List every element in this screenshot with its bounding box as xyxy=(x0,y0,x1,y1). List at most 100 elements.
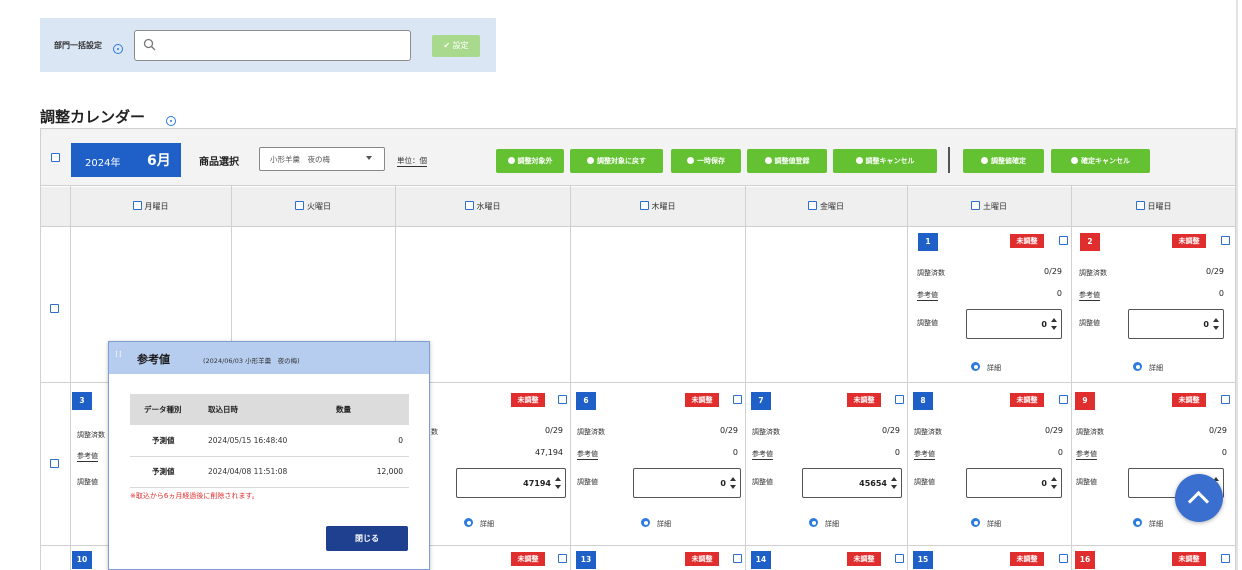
scroll-top-button[interactable] xyxy=(1175,474,1223,522)
row-checkbox[interactable] xyxy=(50,304,59,313)
adj-input[interactable]: 0 xyxy=(966,309,1062,339)
count-value: 0/29 xyxy=(545,426,563,435)
weekday-checkbox[interactable] xyxy=(971,201,980,210)
spin-down-icon[interactable] xyxy=(1051,485,1057,489)
weekday-checkbox[interactable] xyxy=(295,201,304,210)
weekday-header[interactable]: 木曜日 xyxy=(570,187,745,227)
ref-link[interactable]: 参考値 xyxy=(577,449,598,460)
adj-input[interactable]: 47194 xyxy=(456,468,566,498)
ref-link[interactable]: 参考値 xyxy=(1079,290,1100,301)
popup-header[interactable]: ⁞⁞ 参考値 (2024/06/03 小形羊羹 夜の梅) xyxy=(109,342,429,374)
spin-up-icon[interactable] xyxy=(730,477,736,481)
spin-down-icon[interactable] xyxy=(1051,326,1057,330)
count-value: 0/29 xyxy=(1209,426,1227,435)
set-button[interactable]: ✔ 設定 xyxy=(432,35,480,57)
exclude-adjust-button[interactable]: 調整対象外 xyxy=(496,149,564,173)
temp-save-button[interactable]: 一時保存 xyxy=(671,149,741,173)
adj-input[interactable]: 0 xyxy=(633,468,741,498)
day-number: 15 xyxy=(913,551,933,569)
cancel-icon xyxy=(855,157,863,164)
weekday-header[interactable]: 水曜日 xyxy=(395,187,570,227)
day-checkbox[interactable] xyxy=(1059,554,1068,563)
day-checkbox[interactable] xyxy=(1221,236,1230,245)
toolbar-divider xyxy=(948,147,950,173)
detail-label: 詳細 xyxy=(1149,364,1163,372)
adj-label: 調整値 xyxy=(577,478,598,486)
ref-link[interactable]: 参考値 xyxy=(917,290,938,301)
weekday-checkbox[interactable] xyxy=(639,201,649,210)
spin-up-icon[interactable] xyxy=(555,477,561,481)
spin-down-icon[interactable] xyxy=(1213,326,1219,330)
popup-title: 参考値 xyxy=(137,353,170,366)
day-checkbox[interactable] xyxy=(1221,554,1230,563)
drag-handle-icon[interactable]: ⁞⁞ xyxy=(115,351,123,360)
close-button[interactable]: 閉じる xyxy=(326,526,408,551)
adjust-cancel-label: 調整キャンセル xyxy=(865,157,915,165)
spin-up-icon[interactable] xyxy=(1051,318,1057,322)
weekday-header[interactable]: 土曜日 xyxy=(907,187,1071,227)
weekday-label: 土曜日 xyxy=(983,202,1007,211)
spin-up-icon[interactable] xyxy=(1213,318,1219,322)
spin-down-icon[interactable] xyxy=(891,485,897,489)
detail-link[interactable]: 詳細 xyxy=(1133,362,1163,373)
dept-bulk-panel: 部門一括設定 ✔ 設定 xyxy=(40,18,496,72)
register-button[interactable]: 調整値登録 xyxy=(747,149,827,173)
detail-label: 詳細 xyxy=(1149,520,1163,528)
weekday-checkbox[interactable] xyxy=(132,201,142,210)
row-checkbox[interactable] xyxy=(50,459,59,468)
spin-up-icon[interactable] xyxy=(1051,477,1057,481)
adjust-cancel-button[interactable]: 調整キャンセル xyxy=(833,149,937,173)
spin-up-icon[interactable] xyxy=(891,477,897,481)
adj-input[interactable]: 45654 xyxy=(802,468,902,498)
ref-link[interactable]: 参考値 xyxy=(77,451,98,462)
detail-link[interactable]: 詳細 xyxy=(464,518,494,529)
day-number: 16 xyxy=(1075,551,1095,569)
confirm-cancel-button[interactable]: 確定キャンセル xyxy=(1051,149,1150,173)
ref-link[interactable]: 参考値 xyxy=(914,449,935,460)
detail-link[interactable]: 詳細 xyxy=(641,518,671,529)
ref-value: 0 xyxy=(1056,289,1062,298)
select-all-checkbox[interactable] xyxy=(51,153,60,162)
adj-input[interactable]: 0 xyxy=(1128,309,1224,339)
weekday-header[interactable]: 日曜日 xyxy=(1071,187,1236,227)
detail-link[interactable]: 詳細 xyxy=(1133,518,1163,529)
ref-link[interactable]: 参考値 xyxy=(752,449,773,460)
product-select[interactable]: 小形羊羹 夜の梅 xyxy=(259,147,385,171)
ref-link[interactable]: 参考値 xyxy=(1076,449,1097,460)
weekday-header[interactable]: 火曜日 xyxy=(231,187,395,227)
day-checkbox[interactable] xyxy=(895,554,904,563)
confirm-button[interactable]: 調整値確定 xyxy=(963,149,1044,173)
spin-down-icon[interactable] xyxy=(730,485,736,489)
info-icon[interactable] xyxy=(113,39,123,58)
adj-input[interactable]: 0 xyxy=(966,468,1062,498)
day-checkbox[interactable] xyxy=(733,554,742,563)
day-checkbox[interactable] xyxy=(1059,395,1068,404)
detail-link[interactable]: 詳細 xyxy=(809,518,839,529)
adj-value: 0 xyxy=(1203,320,1209,329)
ref-value: 0 xyxy=(894,448,900,457)
day-checkbox[interactable] xyxy=(1059,236,1068,245)
day-number: 9 xyxy=(1075,392,1095,410)
weekday-header[interactable]: 月曜日 xyxy=(70,187,231,227)
table-row: 予測値 2024/04/08 11:51:08 12,000 xyxy=(130,456,409,488)
day-checkbox[interactable] xyxy=(558,554,567,563)
month-label[interactable]: 6月 xyxy=(147,150,171,170)
adj-value: 45654 xyxy=(859,479,887,488)
year-month: 2024年 6月 xyxy=(71,143,181,177)
return-adjust-button[interactable]: 調整対象に戻す xyxy=(570,149,663,173)
type-cell: 予測値 xyxy=(130,456,204,488)
count-value: 0/29 xyxy=(882,426,900,435)
refresh-icon xyxy=(587,157,594,164)
detail-link[interactable]: 詳細 xyxy=(971,362,1001,373)
weekday-header[interactable]: 金曜日 xyxy=(745,187,907,227)
dept-search-input[interactable] xyxy=(134,30,411,61)
detail-link[interactable]: 詳細 xyxy=(971,518,1001,529)
weekday-checkbox[interactable] xyxy=(464,201,474,210)
day-checkbox[interactable] xyxy=(1221,395,1230,404)
day-checkbox[interactable] xyxy=(733,395,742,404)
day-checkbox[interactable] xyxy=(558,395,567,404)
weekday-checkbox[interactable] xyxy=(808,201,817,210)
spin-down-icon[interactable] xyxy=(555,485,561,489)
weekday-checkbox[interactable] xyxy=(1135,201,1145,210)
day-checkbox[interactable] xyxy=(895,395,904,404)
